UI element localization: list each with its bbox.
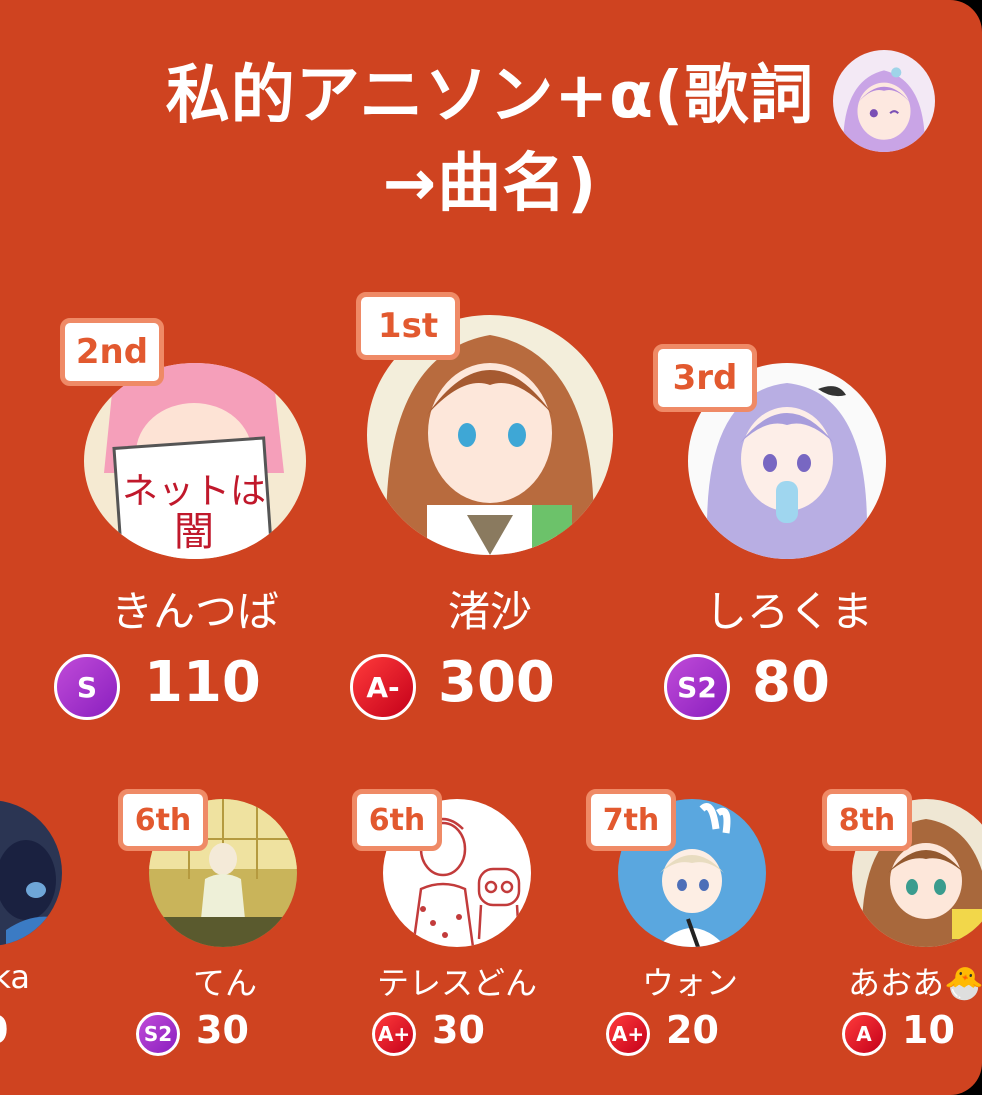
score-1st: 300 [438, 650, 555, 715]
rank-badge-7th: 7th [586, 789, 676, 851]
svg-text:ネットは: ネットは [122, 470, 266, 511]
grade-icon-7th: A+ [606, 1012, 650, 1056]
player-name-3rd: しろくま [704, 587, 873, 636]
rank-badge-2nd: 2nd [60, 318, 164, 386]
score-6th-b: 30 [432, 1008, 485, 1052]
player-name-2nd: きんつば [110, 587, 279, 636]
score-3rd: 80 [752, 650, 830, 715]
grade-icon-8th: A [842, 1012, 886, 1056]
avatar-partial[interactable] [0, 800, 62, 946]
rank-badge-8th: 8th [822, 789, 912, 851]
grade-icon-1st: A- [350, 654, 416, 720]
player-name-1st: 渚沙 [447, 587, 532, 636]
player-name-6th-a: てん [192, 964, 257, 1002]
player-name-partial: ka [0, 958, 30, 996]
score-partial: 0 [0, 1008, 8, 1052]
score-8th: 10 [902, 1008, 955, 1052]
player-name-6th-b: テレスどん [376, 964, 537, 1002]
rank-badge-3rd: 3rd [653, 344, 757, 412]
creator-avatar[interactable] [833, 50, 935, 152]
grade-icon-6th-a: S2 [136, 1012, 180, 1056]
score-7th: 20 [666, 1008, 719, 1052]
score-2nd: 110 [144, 650, 261, 715]
quiz-title: 私的アニソン+α(歌詞→曲名) [165, 59, 815, 221]
player-name-8th: あおあ🐣 [848, 964, 982, 1002]
rank-badge-1st: 1st [356, 292, 460, 360]
grade-icon-2nd: S [54, 654, 120, 720]
rank-badge-6th-b: 6th [352, 789, 442, 851]
grade-icon-6th-b: A+ [372, 1012, 416, 1056]
player-name-7th: ウォン [641, 964, 738, 1002]
svg-text:闇: 闇 [174, 510, 214, 554]
leaderboard-card: 私的アニソン+α(歌詞→曲名) ネットは 闇 2nd きんつば S 110 1s… [0, 0, 982, 1095]
rank-badge-6th-a: 6th [118, 789, 208, 851]
score-6th-a: 30 [196, 1008, 249, 1052]
avatar-2nd[interactable]: ネットは 闇 [84, 363, 306, 559]
grade-icon-3rd: S2 [664, 654, 730, 720]
